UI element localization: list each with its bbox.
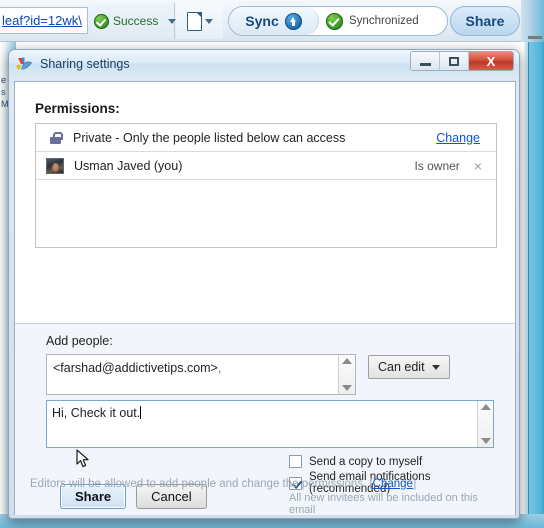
share-toolbar-label: Share: [465, 13, 505, 29]
footer-bracket-close: ]: [412, 478, 417, 490]
send-copy-label: Send a copy to myself: [309, 455, 423, 468]
add-people-label: Add people:: [46, 334, 113, 348]
close-icon: X: [486, 53, 496, 69]
permission-select-label: Can edit: [378, 360, 425, 374]
avatar: [46, 157, 64, 174]
remove-person-icon[interactable]: ×: [474, 159, 482, 173]
scroll-up-icon[interactable]: [342, 358, 352, 364]
permissions-visibility-row: Private - Only the people listed below c…: [36, 124, 496, 152]
permissions-heading: Permissions:: [35, 101, 120, 116]
sync-group: Sync Synchronized: [228, 6, 448, 36]
minimize-button[interactable]: [411, 52, 440, 70]
email-trailing-comma: ,: [217, 361, 222, 375]
screen: e Ds M leaf?id=12wk\ Success Sync Synchr…: [0, 0, 544, 528]
notification-note: All new invitees will be included on thi…: [289, 492, 478, 516]
change-visibility-link[interactable]: Change: [436, 131, 480, 145]
email-field-scrollbar[interactable]: [338, 355, 355, 394]
chevron-down-icon: [431, 364, 440, 370]
document-icon: [186, 11, 202, 31]
email-text: <farshad@addictivetips.com>: [53, 361, 218, 375]
lock-icon: [50, 131, 63, 144]
permissions-list: Private - Only the people listed below c…: [35, 123, 497, 248]
google-drive-icon: [16, 56, 33, 72]
background-right-window-edge: [528, 42, 542, 528]
person-role: Is owner: [414, 158, 460, 173]
dialog-body: Permissions: Private - Only the people l…: [14, 81, 516, 516]
chevron-down-icon[interactable]: [204, 18, 213, 24]
share-toolbar-button[interactable]: Share: [450, 6, 520, 36]
add-people-email-field[interactable]: <farshad@addictivetips.com>,: [46, 354, 356, 395]
send-copy-checkbox[interactable]: [289, 455, 302, 468]
sync-up-icon: [284, 12, 302, 30]
text-caret: [140, 406, 142, 419]
permission-select[interactable]: Can edit: [368, 355, 450, 379]
green-check-icon: [326, 12, 343, 30]
dialog-title: Sharing settings: [40, 57, 130, 71]
maximize-button[interactable]: [440, 52, 469, 70]
permissions-person-row: Usman Javed (you) Is owner ×: [36, 152, 496, 180]
background-minimize-icon[interactable]: [528, 36, 542, 39]
maximize-icon: [449, 56, 459, 66]
share-button-label: Share: [75, 489, 112, 504]
status-button[interactable]: Success: [89, 3, 177, 39]
sync-label: Sync: [245, 13, 279, 29]
person-name: Usman Javed (you): [74, 158, 183, 173]
dialog-footer-note: Editors will be allowed to add people an…: [30, 478, 416, 490]
sync-button[interactable]: Sync: [229, 7, 319, 35]
scroll-down-icon[interactable]: [480, 438, 491, 444]
footer-note-text: Editors will be allowed to add people an…: [30, 478, 367, 490]
close-button[interactable]: X: [469, 52, 513, 70]
app-toolbar: leaf?id=12wk\ Success Sync Synchronized …: [0, 0, 544, 42]
minimize-icon: [419, 63, 431, 66]
window-controls: X: [410, 51, 514, 71]
add-people-message-field[interactable]: Hi, Check it out.: [46, 400, 494, 448]
document-button[interactable]: [176, 3, 223, 39]
url-field[interactable]: leaf?id=12wk\: [0, 7, 88, 34]
checkbox-send-copy-row[interactable]: Send a copy to myself: [289, 455, 494, 468]
cancel-button-label: Cancel: [151, 489, 192, 504]
add-people-message-value[interactable]: Hi, Check it out.: [47, 401, 477, 447]
scroll-up-icon[interactable]: [480, 404, 491, 410]
sharing-settings-dialog: Sharing settings X Permissions: Private …: [8, 49, 520, 519]
sync-status-label: Synchronized: [349, 15, 419, 27]
message-field-scrollbar[interactable]: [477, 401, 493, 447]
message-text: Hi, Check it out.: [52, 406, 141, 420]
green-check-icon: [94, 13, 109, 29]
url-text: leaf?id=12wk\: [2, 13, 82, 28]
footer-change-link[interactable]: Change: [373, 478, 413, 490]
dialog-titlebar[interactable]: Sharing settings X: [9, 50, 519, 78]
sync-status: Synchronized: [319, 12, 447, 30]
add-people-email-value[interactable]: <farshad@addictivetips.com>,: [47, 355, 338, 394]
visibility-text: Private - Only the people listed below c…: [73, 130, 346, 145]
status-label: Success: [113, 14, 159, 28]
scroll-down-icon[interactable]: [342, 385, 352, 391]
